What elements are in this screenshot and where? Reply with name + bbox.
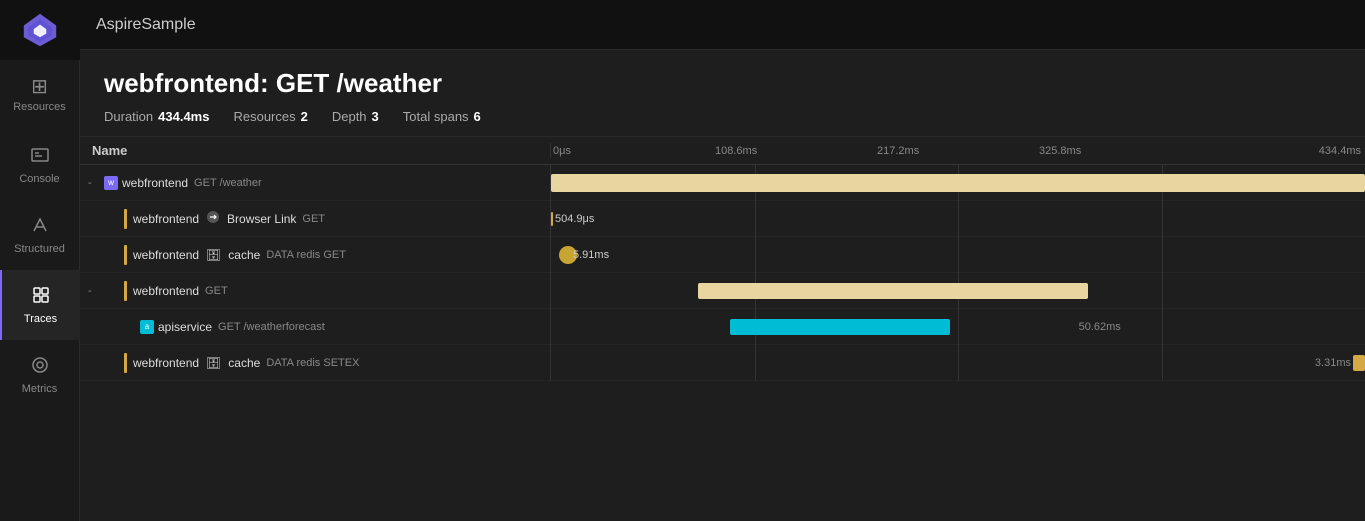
- sidebar-item-metrics[interactable]: Metrics: [0, 340, 80, 410]
- operation-tag-5: GET /weatherforecast: [218, 321, 325, 333]
- sidebar-item-structured[interactable]: Structured: [0, 200, 80, 270]
- arrow-icon: [206, 210, 220, 227]
- resources-value: 2: [301, 109, 308, 124]
- operation-tag-6: DATA redis SETEX: [266, 357, 359, 369]
- page-title: webfrontend: GET /weather: [104, 68, 1341, 99]
- sidebar-item-traces[interactable]: Traces: [0, 270, 80, 340]
- operation-tag-4: GET: [205, 285, 228, 297]
- api-icon-5: a: [140, 320, 154, 334]
- service-name-3b: cache: [228, 248, 260, 262]
- depth-value: 3: [372, 109, 379, 124]
- row-name-3: webfrontend 🗄 cache DATA redis GET: [80, 245, 550, 265]
- total-spans-meta: Total spans 6: [403, 109, 481, 124]
- row-name-6: webfrontend 🗄 cache DATA redis SETEX: [80, 353, 550, 373]
- timeline-label-0: 0μs: [551, 145, 713, 157]
- span-bar-2: [551, 212, 553, 226]
- span-bar-1: [551, 174, 1365, 192]
- span-bar-4: [698, 283, 1089, 299]
- operation-tag-1: GET /weather: [194, 177, 262, 189]
- duration-value: 434.4ms: [158, 109, 209, 124]
- timeline-header: 0μs 108.6ms 217.2ms 325.8ms 434.4ms: [551, 143, 1365, 158]
- service-name-4: webfrontend: [133, 284, 199, 298]
- row-timeline-3: 5.91ms: [551, 237, 1365, 273]
- sidebar-item-label-console: Console: [19, 173, 59, 185]
- span-label-2: 504.9μs: [555, 213, 594, 225]
- timeline-label-3: 325.8ms: [1037, 145, 1199, 157]
- service-bar-6: [124, 353, 127, 373]
- row-timeline-1: [551, 165, 1365, 201]
- web-icon-1: w: [104, 176, 118, 190]
- service-name-5: apiservice: [158, 320, 212, 334]
- sidebar-item-console[interactable]: Console: [0, 130, 80, 200]
- span-bar-6: [1353, 355, 1365, 371]
- structured-icon: [30, 215, 50, 239]
- service-bar-2: [124, 209, 127, 229]
- depth-meta: Depth 3: [332, 109, 379, 124]
- service-bar-3: [124, 245, 127, 265]
- duration-meta: Duration 434.4ms: [104, 109, 209, 124]
- table-row[interactable]: a apiservice GET /weatherforecast 50.62m…: [80, 309, 1365, 345]
- sidebar-item-resources[interactable]: ⊞ Resources: [0, 60, 80, 130]
- sidebar-item-label-structured: Structured: [14, 243, 65, 255]
- row-timeline-4: 77.86ms: [551, 273, 1365, 309]
- table-row[interactable]: - w webfrontend GET /weather: [80, 165, 1365, 201]
- metrics-icon: [30, 355, 50, 379]
- timeline-label-1: 108.6ms: [713, 145, 875, 157]
- table-row[interactable]: - webfrontend GET 77.86ms: [80, 273, 1365, 309]
- service-bar-4: [124, 281, 127, 301]
- service-name-6a: webfrontend: [133, 356, 199, 370]
- row-name-2: webfrontend Browser Link GET: [80, 209, 550, 229]
- row-timeline-6: 3.31ms: [551, 345, 1365, 381]
- row-name-5: a apiservice GET /weatherforecast: [80, 320, 550, 334]
- column-name-header: Name: [80, 143, 550, 158]
- table-row[interactable]: webfrontend 🗄 cache DATA redis SETEX 3.3…: [80, 345, 1365, 381]
- resources-icon: ⊞: [31, 77, 48, 97]
- sidebar-item-label-metrics: Metrics: [22, 383, 57, 395]
- trace-rows: - w webfrontend GET /weather: [80, 165, 1365, 521]
- app-logo: [0, 0, 80, 60]
- row-name-1: - w webfrontend GET /weather: [80, 176, 550, 190]
- logo-icon: [22, 12, 58, 48]
- db-icon-3: 🗄: [206, 248, 221, 262]
- service-name-3a: webfrontend: [133, 248, 199, 262]
- service-name-2b: Browser Link: [227, 212, 296, 226]
- timeline-labels: 0μs 108.6ms 217.2ms 325.8ms 434.4ms: [551, 145, 1365, 157]
- total-spans-label: Total spans: [403, 109, 469, 124]
- sidebar-item-label-traces: Traces: [24, 313, 57, 325]
- traces-icon: [31, 285, 51, 309]
- row-timeline-2: 504.9μs: [551, 201, 1365, 237]
- span-label-3: 5.91ms: [573, 249, 609, 261]
- page-header: webfrontend: GET /weather Duration 434.4…: [80, 50, 1365, 137]
- sidebar-item-label-resources: Resources: [13, 101, 66, 113]
- depth-label: Depth: [332, 109, 367, 124]
- timeline-label-2: 217.2ms: [875, 145, 1037, 157]
- resources-meta: Resources 2: [233, 109, 307, 124]
- row-name-4: - webfrontend GET: [80, 281, 550, 301]
- app-name: AspireSample: [96, 16, 196, 34]
- expand-icon-1[interactable]: -: [88, 177, 100, 189]
- sidebar: ⊞ Resources Console Structured Traces Me…: [0, 0, 80, 521]
- service-name-2a: webfrontend: [133, 212, 199, 226]
- operation-tag-2: GET: [302, 213, 325, 225]
- table-row[interactable]: webfrontend Browser Link GET 504.9μs: [80, 201, 1365, 237]
- console-icon: [30, 145, 50, 169]
- operation-tag-3: DATA redis GET: [266, 249, 346, 261]
- main-content: AspireSample webfrontend: GET /weather D…: [80, 0, 1365, 521]
- service-name-1: webfrontend: [122, 176, 188, 190]
- duration-label: Duration: [104, 109, 153, 124]
- span-label-left-6: 3.31ms: [1315, 357, 1351, 369]
- page-meta: Duration 434.4ms Resources 2 Depth 3 Tot…: [104, 109, 1341, 124]
- resources-label: Resources: [233, 109, 295, 124]
- span-label-left-5: 50.62ms: [1061, 321, 1121, 333]
- row-timeline-5: 50.62ms: [551, 309, 1365, 345]
- trace-header: Name 0μs 108.6ms 217.2ms 325.8ms 434.4ms: [80, 137, 1365, 165]
- expand-icon-4[interactable]: -: [88, 285, 100, 297]
- db-icon-6: 🗄: [206, 356, 221, 370]
- table-row[interactable]: webfrontend 🗄 cache DATA redis GET 5.91m…: [80, 237, 1365, 273]
- service-name-6b: cache: [228, 356, 260, 370]
- span-bar-5: [730, 319, 950, 335]
- trace-area: Name 0μs 108.6ms 217.2ms 325.8ms 434.4ms…: [80, 137, 1365, 521]
- total-spans-value: 6: [474, 109, 481, 124]
- timeline-label-4: 434.4ms: [1199, 145, 1365, 157]
